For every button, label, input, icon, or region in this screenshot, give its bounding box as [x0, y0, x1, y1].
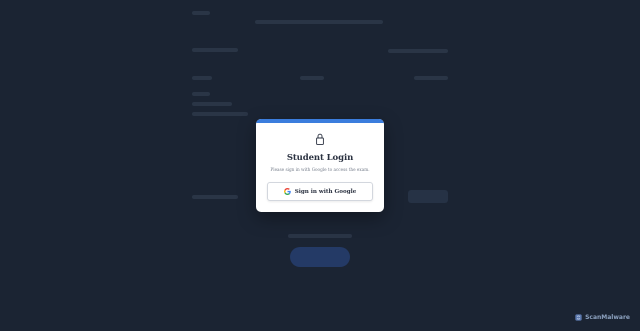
sign-in-with-google-button[interactable]: Sign in with Google	[267, 182, 373, 201]
bg-header-placeholder	[255, 20, 383, 24]
bg-start-button-placeholder	[290, 247, 350, 267]
bg-footer-text-placeholder	[192, 195, 238, 199]
bg-row-placeholder	[414, 76, 448, 80]
bg-section-link-placeholder	[388, 49, 448, 53]
lock-icon	[316, 133, 324, 145]
bg-section-title-placeholder	[192, 48, 238, 52]
google-icon	[283, 188, 291, 195]
modal-subtitle: Please sign in with Google to access the…	[270, 167, 370, 172]
bg-button-placeholder	[408, 190, 448, 203]
bg-row-placeholder	[192, 112, 248, 116]
bg-row-placeholder	[192, 102, 232, 106]
bg-logo-placeholder	[192, 11, 210, 15]
scanmalware-logo-icon	[575, 314, 582, 321]
modal-accent-bar	[256, 119, 384, 123]
bg-row-placeholder	[192, 76, 212, 80]
bg-row-placeholder	[192, 92, 210, 96]
watermark-text: ScanMalware	[585, 314, 630, 321]
watermark: ScanMalware	[575, 314, 630, 321]
google-button-label: Sign in with Google	[294, 188, 357, 195]
bg-caption-placeholder	[288, 234, 352, 238]
bg-row-placeholder	[300, 76, 324, 80]
modal-title: Student Login	[286, 153, 354, 163]
